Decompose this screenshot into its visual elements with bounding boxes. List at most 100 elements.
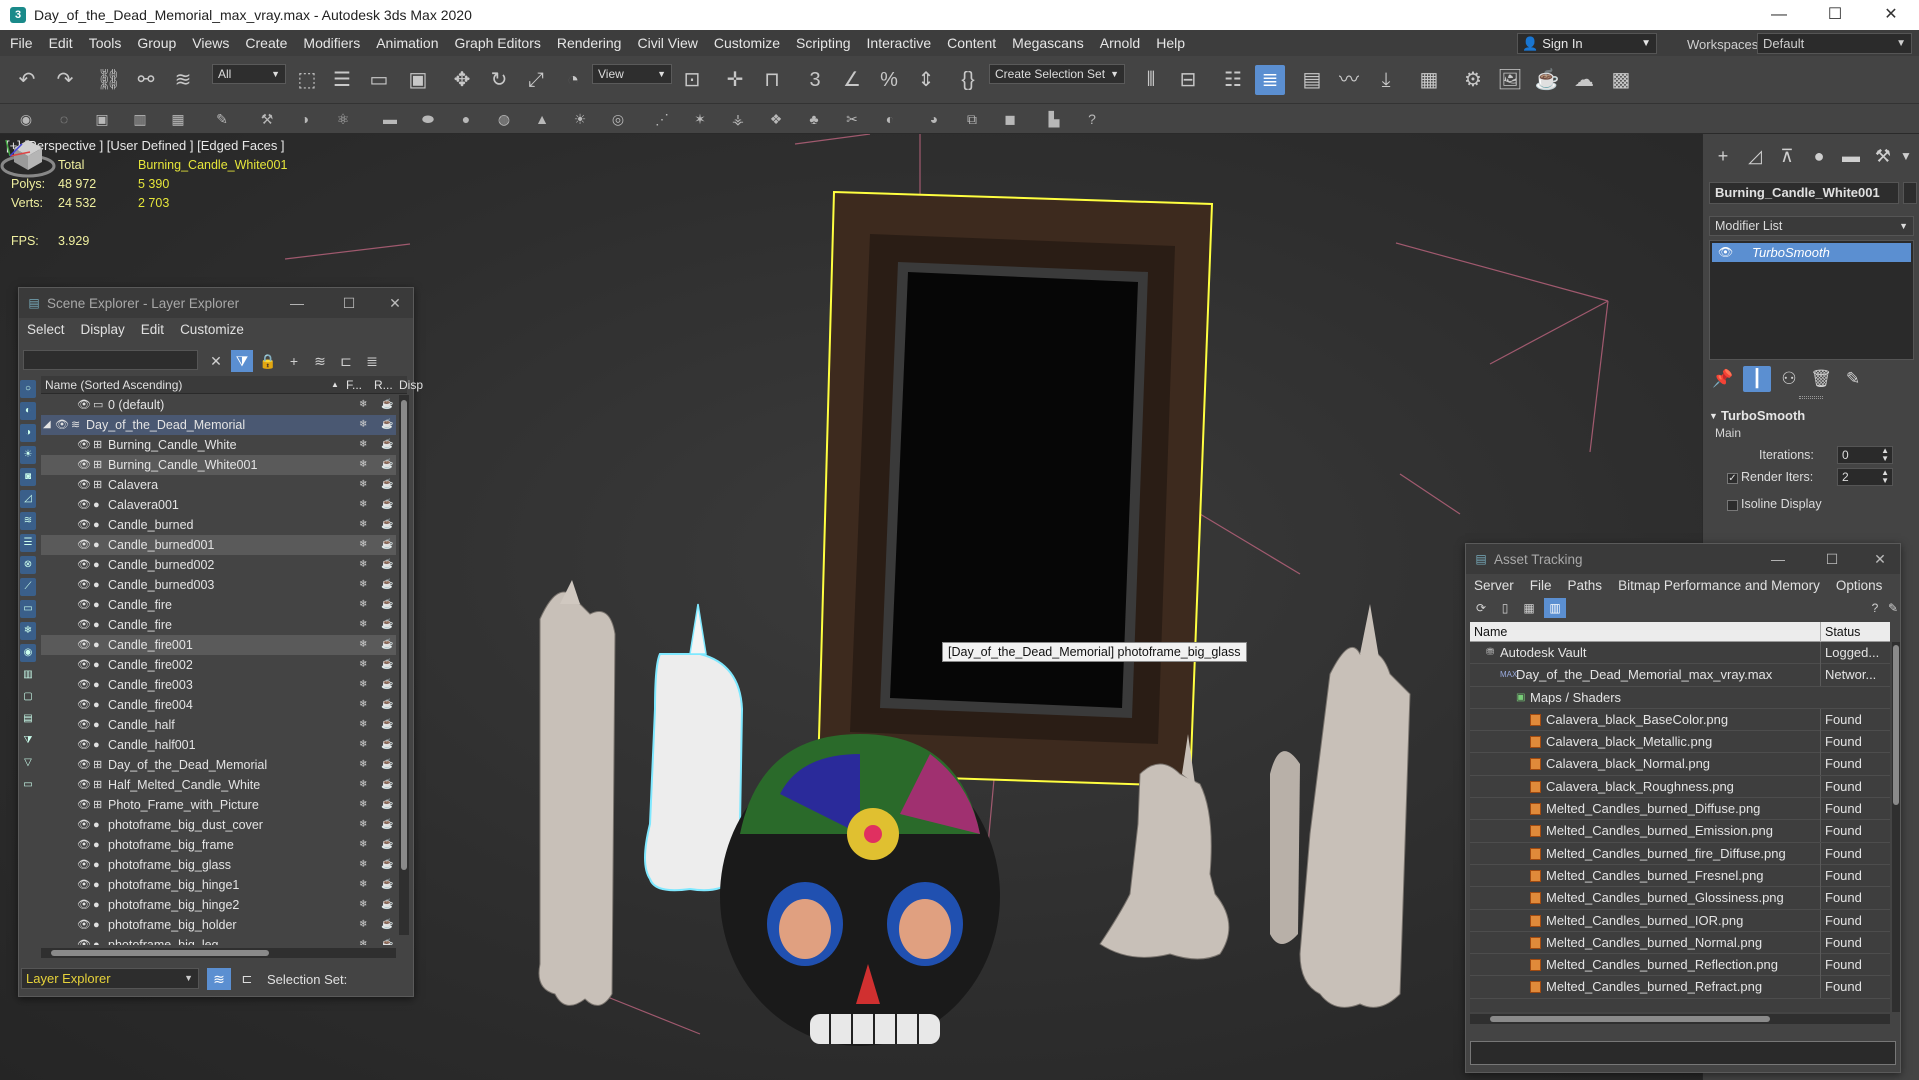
list-item[interactable]: 👁 ● Calavera001 ❄ ☕ (41, 495, 396, 515)
table-row[interactable]: Melted_Candles_burned_IOR.png Found (1470, 909, 1890, 932)
display-tab-icon[interactable]: ▬ (1837, 144, 1865, 168)
menu-server[interactable]: Server (1466, 578, 1522, 593)
freeze-icon[interactable]: ❄ (359, 555, 367, 575)
freeze-icon[interactable]: ❄ (359, 655, 367, 675)
select-manipulate-icon[interactable]: ✛ (720, 65, 750, 95)
eye-icon[interactable]: 👁 (77, 475, 91, 495)
layer-explorer-mode-icon[interactable]: ≋ (207, 968, 231, 990)
render-teapot-icon[interactable]: ☕ (381, 715, 393, 735)
list-item[interactable]: 👁 ⊞ Photo_Frame_with_Picture ❄ ☕ (41, 795, 396, 815)
eye-icon[interactable]: 👁 (77, 795, 91, 815)
menu-civil-view[interactable]: Civil View (629, 30, 705, 56)
layer-stack-icon[interactable]: ≋ (309, 350, 331, 372)
vray-frame-buffer-icon[interactable]: ◼ (998, 107, 1022, 131)
menu-options[interactable]: Options (1828, 578, 1891, 593)
eye-icon[interactable]: 👁 (77, 635, 91, 655)
display-none-icon[interactable]: ○ (20, 380, 36, 398)
track-view-icon[interactable]: ▥ (128, 107, 152, 131)
filter-icon[interactable]: ⧩ (231, 350, 253, 372)
menu-megascans[interactable]: Megascans (1004, 30, 1092, 56)
a360-gallery-icon[interactable]: ▩ (1606, 65, 1636, 95)
menu-select[interactable]: Select (19, 322, 73, 337)
menu-views[interactable]: Views (184, 30, 237, 56)
eye-icon[interactable]: 👁 (77, 495, 91, 515)
align-icon[interactable]: ⊟ (1173, 65, 1203, 95)
mirror-icon[interactable]: ⫴ (1136, 65, 1166, 95)
graphite-tools-icon[interactable]: ⚒ (255, 107, 279, 131)
spinner-snap-icon[interactable]: ⇕ (911, 65, 941, 95)
refresh-icon[interactable]: ⟳ (1470, 598, 1492, 618)
scrollbar-thumb[interactable] (1893, 645, 1899, 805)
freeze-icon[interactable]: ❄ (359, 615, 367, 635)
scrollbar-thumb[interactable] (1490, 1016, 1770, 1022)
eye-icon[interactable]: 👁 (77, 715, 91, 735)
freeze-icon[interactable]: ❄ (359, 635, 367, 655)
table-row[interactable]: Melted_Candles_burned_Normal.png Found (1470, 931, 1890, 955)
eye-icon[interactable]: 👁 (77, 915, 91, 935)
menu-edit[interactable]: Edit (133, 322, 172, 337)
clear-find-icon[interactable]: ✕ (205, 350, 227, 372)
placement-icon[interactable]: ◔ (558, 65, 588, 95)
eye-icon[interactable]: 👁 (77, 515, 91, 535)
spinner-arrows-icon[interactable]: ▲ ▼ (1881, 469, 1889, 485)
render-teapot-icon[interactable]: ☕ (381, 915, 393, 935)
maximize-button[interactable]: ☐ (1807, 0, 1863, 30)
render-iters-checkbox[interactable]: ✓ (1727, 473, 1738, 484)
object-paint-icon[interactable]: ⚛ (331, 107, 355, 131)
list-item[interactable]: 👁 ● photoframe_big_hinge1 ❄ ☕ (41, 875, 396, 895)
list-item[interactable]: 👁 ● photoframe_big_dust_cover ❄ ☕ (41, 815, 396, 835)
workspace-select[interactable]: Default ▼ (1757, 33, 1912, 54)
menu-display[interactable]: Display (73, 322, 133, 337)
menu-tools[interactable]: Tools (81, 30, 130, 56)
list-item[interactable]: 👁 ● photoframe_big_holder ❄ ☕ (41, 915, 396, 935)
eye-icon[interactable]: 👁 (77, 575, 91, 595)
menu-create[interactable]: Create (237, 30, 295, 56)
freeze-icon[interactable]: ❄ (359, 795, 367, 815)
eye-icon[interactable]: 👁 (1718, 243, 1733, 262)
file-icon[interactable]: ▯ (1494, 598, 1516, 618)
eye-icon[interactable]: 👁 (77, 835, 91, 855)
unlink-icon[interactable]: ⚯ (131, 65, 161, 95)
menu-customize[interactable]: Customize (172, 322, 252, 337)
menu-animation[interactable]: Animation (368, 30, 446, 56)
sphere-primitive-icon[interactable]: ● (454, 107, 478, 131)
freeze-icon[interactable]: ❄ (359, 935, 367, 945)
table-row[interactable]: Melted_Candles_burned_Emission.png Found (1470, 820, 1890, 843)
folder-icon[interactable]: ▭ (20, 776, 36, 794)
expand-arrow-icon[interactable]: ◢ (43, 415, 51, 435)
hierarchy-tab-icon[interactable]: ⊼ (1773, 144, 1801, 168)
menu-bitmap-performance[interactable]: Bitmap Performance and Memory (1610, 578, 1828, 593)
horizontal-scrollbar[interactable] (1470, 1014, 1890, 1024)
modifier-stack-item[interactable]: 👁 TurboSmooth (1712, 243, 1911, 262)
render-teapot-icon[interactable]: ☕ (381, 775, 393, 795)
eye-icon[interactable]: 👁 (77, 455, 91, 475)
torus-primitive-icon[interactable]: ◍ (492, 107, 516, 131)
add-selected-to-layer-icon[interactable]: ⊏ (335, 350, 357, 372)
table-row[interactable]: ⛃ Autodesk Vault Logged... (1470, 642, 1890, 665)
reference-coordinate-select[interactable]: View ▼ (592, 64, 672, 84)
menu-paths[interactable]: Paths (1560, 578, 1611, 593)
move-icon[interactable]: ✥ (447, 65, 477, 95)
show-end-result-icon[interactable]: ┃ (1743, 366, 1771, 392)
column-name-header[interactable]: Name (1474, 622, 1507, 642)
vray-sun-icon[interactable]: ⚶ (726, 107, 750, 131)
lock-icon[interactable]: 🔒 (257, 350, 279, 372)
edit-named-selection-icon[interactable]: {} (953, 65, 983, 95)
table-row[interactable]: Calavera_black_Normal.png Found (1470, 753, 1890, 776)
table-row[interactable]: Calavera_black_BaseColor.png Found (1470, 708, 1890, 732)
freeze-icon[interactable]: ❄ (359, 915, 367, 935)
material-editor-icon[interactable]: ▦ (1414, 65, 1444, 95)
freeze-icon[interactable]: ❄ (359, 575, 367, 595)
list-item[interactable]: 👁 ⊞ Calavera ❄ ☕ (41, 475, 396, 495)
object-name-field[interactable]: Burning_Candle_White001 (1709, 182, 1899, 204)
freeze-icon[interactable]: ❄ (359, 695, 367, 715)
viewport-layout-icon[interactable]: ◉ (14, 107, 38, 131)
cylinder-primitive-icon[interactable]: ⬬ (416, 107, 440, 131)
vray-decal-icon[interactable]: ◐ (878, 107, 902, 131)
create-tab-icon[interactable]: + (1709, 144, 1737, 168)
list-item[interactable]: 👁 ● photoframe_big_leg ❄ ☕ (41, 935, 396, 945)
freeze-icon[interactable]: ❄ (359, 415, 367, 435)
eye-icon[interactable]: 👁 (77, 775, 91, 795)
box-primitive-icon[interactable]: ▬ (378, 107, 402, 131)
curve-editor-icon[interactable]: 〰 (1334, 65, 1364, 95)
